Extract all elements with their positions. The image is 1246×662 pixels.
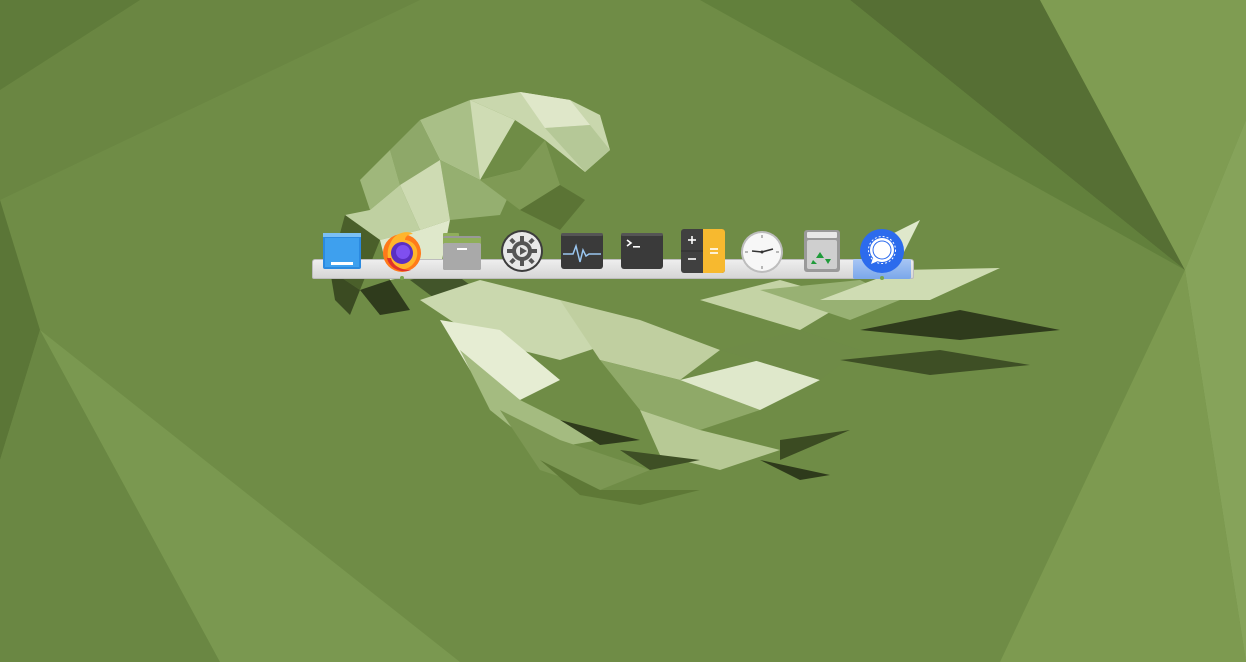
folder-icon	[443, 233, 481, 270]
dock-item-settings[interactable]	[492, 226, 552, 282]
dock-item-terminal[interactable]	[612, 226, 672, 282]
dock-item-firefox[interactable]	[372, 226, 432, 282]
dock-item-trash[interactable]	[792, 226, 852, 282]
dock-item-show-desktop[interactable]	[312, 226, 372, 282]
running-indicator	[400, 276, 404, 280]
dock-item-signal[interactable]	[852, 226, 912, 282]
trash-icon	[804, 230, 840, 272]
gear-icon	[501, 230, 543, 272]
calculator-icon	[681, 229, 725, 273]
running-indicator	[880, 276, 884, 280]
dock-item-system-monitor[interactable]	[552, 226, 612, 282]
show-desktop-icon	[323, 233, 361, 269]
desktop-wallpaper	[0, 0, 1246, 662]
dock-item-calculator[interactable]	[672, 226, 732, 282]
dock-item-clock[interactable]	[732, 226, 792, 282]
system-monitor-icon	[561, 233, 603, 269]
dock-item-files[interactable]	[432, 226, 492, 282]
dock	[312, 226, 914, 282]
terminal-icon	[621, 233, 663, 269]
clock-icon	[741, 231, 783, 273]
firefox-icon	[383, 232, 421, 272]
signal-messenger-icon	[860, 229, 904, 273]
